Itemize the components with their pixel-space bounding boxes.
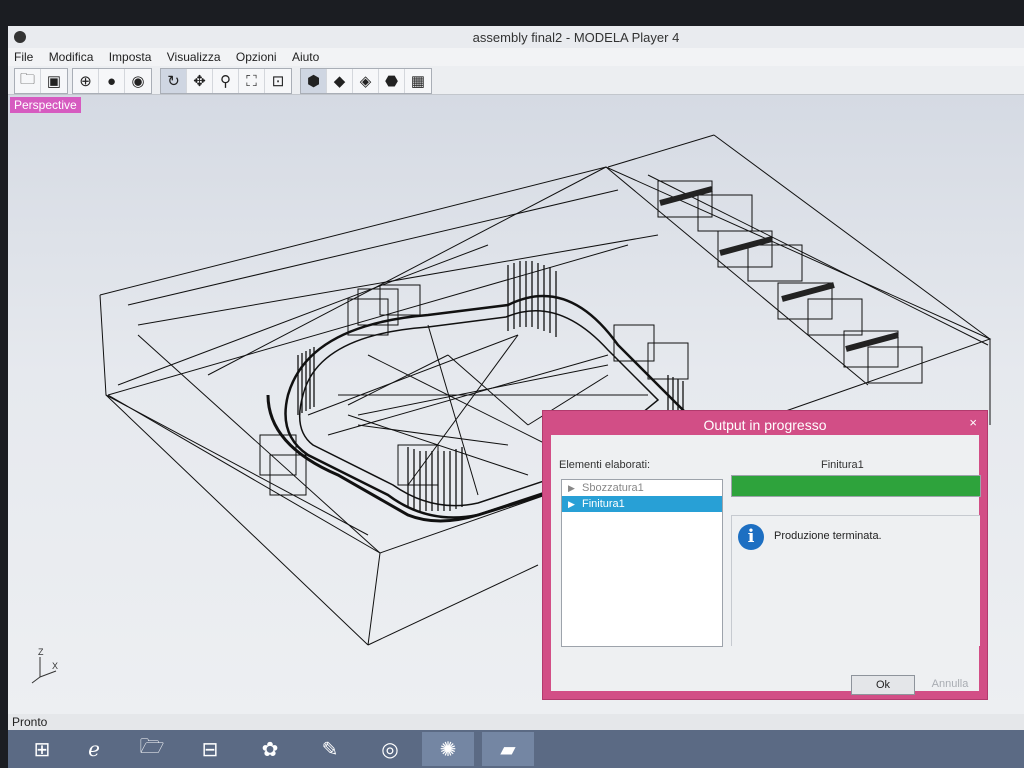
fit-icon[interactable]: ⛶	[239, 69, 265, 93]
message-panel: i Produzione terminata.	[731, 515, 980, 646]
cancel-button[interactable]: Annulla	[925, 675, 975, 693]
processed-elements-list[interactable]: ▶ Sbozzatura1 ▶ Finitura1	[561, 479, 723, 647]
toolbar: 🗀 ▣ ⊕ ● ◉ ↻ ✥ ⚲ ⛶ ⊡ ⬢ ◆ ◈ ⬣ ▦	[8, 66, 1024, 95]
toolbar-file-group: 🗀 ▣	[14, 68, 68, 94]
sphere-dark-icon[interactable]: ◉	[125, 69, 151, 93]
elements-label: Elementi elaborati:	[559, 459, 651, 471]
status-bar: Pronto	[8, 714, 1024, 730]
zoom-icon[interactable]: ⚲	[213, 69, 239, 93]
output-progress-dialog: Output in progresso × Elementi elaborati…	[542, 410, 988, 700]
taskbar: ⊞ ℯ 🗁 ⊟ ✿ ✎ ◎ ✺ ▰	[8, 730, 1024, 768]
arrow-icon: ▶	[568, 483, 575, 493]
chrome-icon[interactable]: ◎	[364, 732, 416, 766]
dialog-title: Output in progresso	[703, 417, 827, 433]
current-operation-label: Finitura1	[821, 459, 864, 471]
windows-start-icon[interactable]: ⊞	[16, 732, 68, 766]
progress-bar	[731, 475, 981, 497]
store-icon[interactable]: ⊟	[184, 732, 236, 766]
sphere-icon[interactable]: ●	[99, 69, 125, 93]
paint-icon[interactable]: ✿	[244, 732, 296, 766]
list-item[interactable]: ▶ Sbozzatura1	[562, 480, 722, 496]
cube-solid-icon[interactable]: ⬢	[301, 69, 327, 93]
arrow-icon: ▶	[568, 499, 575, 509]
svg-text:Z: Z	[38, 647, 44, 657]
notepad-icon[interactable]: ✎	[304, 732, 356, 766]
progress-fill	[732, 476, 980, 496]
menu-modifica[interactable]: Modifica	[43, 48, 100, 64]
internet-explorer-icon[interactable]: ℯ	[68, 732, 120, 766]
window-titlebar[interactable]: assembly final2 - MODELA Player 4	[8, 26, 1024, 49]
menu-visualizza[interactable]: Visualizza	[161, 48, 227, 64]
desktop-screen: assembly final2 - MODELA Player 4 File M…	[8, 26, 1024, 768]
window-title: assembly final2 - MODELA Player 4	[472, 30, 680, 45]
menu-imposta[interactable]: Imposta	[103, 48, 158, 64]
fit-all-icon[interactable]: ⊡	[265, 69, 291, 93]
menu-opzioni[interactable]: Opzioni	[230, 48, 283, 64]
menu-aiuto[interactable]: Aiuto	[286, 48, 325, 64]
axis-triad-icon: Z X	[31, 647, 58, 684]
svg-text:X: X	[52, 661, 58, 671]
menu-bar: File Modifica Imposta Visualizza Opzioni…	[8, 48, 1024, 66]
move-icon[interactable]: ✥	[187, 69, 213, 93]
close-icon[interactable]: ×	[969, 415, 977, 430]
ok-button[interactable]: Ok	[851, 675, 915, 695]
cube-front-icon[interactable]: ◆	[327, 69, 353, 93]
cube-side-icon[interactable]: ◈	[353, 69, 379, 93]
info-icon: i	[738, 524, 764, 550]
toolbar-render-group: ⊕ ● ◉	[72, 68, 152, 94]
rotate-icon[interactable]: ↻	[161, 69, 187, 93]
list-item[interactable]: ▶ Finitura1	[562, 496, 722, 512]
toolbar-cube-group: ⬢ ◆ ◈ ⬣ ▦	[300, 68, 432, 94]
open-folder-icon[interactable]: 🗀	[15, 69, 41, 93]
settings-app-icon[interactable]: ✺	[422, 732, 474, 766]
globe-icon[interactable]: ⊕	[73, 69, 99, 93]
grid-cube-icon[interactable]: ▦	[405, 69, 431, 93]
file-explorer-icon[interactable]: 🗁	[126, 732, 178, 766]
dialog-body: Elementi elaborati: ▶ Sbozzatura1 ▶ Finitu…	[551, 435, 981, 695]
menu-file[interactable]: File	[8, 48, 39, 64]
cube-top-icon[interactable]: ⬣	[379, 69, 405, 93]
status-message: Produzione terminata.	[774, 530, 882, 542]
save-icon[interactable]: ▣	[41, 69, 67, 93]
toolbar-view-group: ↻ ✥ ⚲ ⛶ ⊡	[160, 68, 292, 94]
modela-player-icon[interactable]: ▰	[482, 732, 534, 766]
